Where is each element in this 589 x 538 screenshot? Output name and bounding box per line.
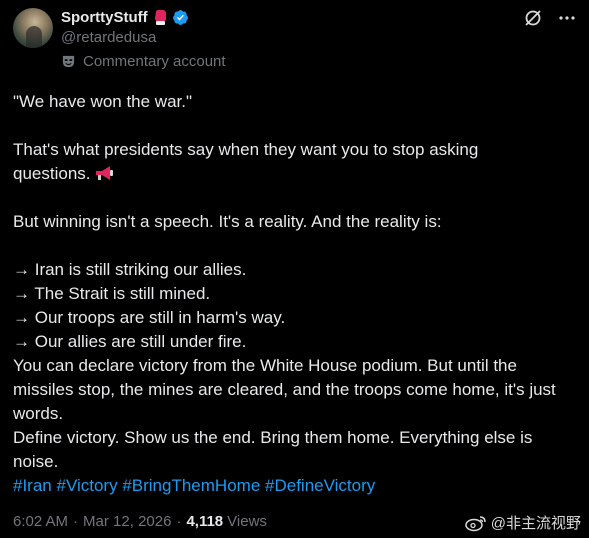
views-count: 4,118 [186, 513, 224, 530]
verified-badge-icon [172, 9, 189, 26]
bullet-line: → Iran is still striking our allies. [13, 260, 247, 279]
commentary-label: Commentary account [61, 53, 226, 70]
hashtags: #Iran #Victory #BringThemHome #DefineVic… [13, 474, 579, 498]
views-label: Views [227, 513, 267, 530]
hashtag-link[interactable]: #Iran [13, 476, 52, 495]
text-line: You can declare victory from the White H… [13, 356, 517, 375]
post-text: "We have won the war." That's what presi… [13, 90, 579, 498]
grok-icon[interactable] [523, 8, 543, 28]
text-line: noise. [13, 452, 59, 471]
display-name[interactable]: SporttyStuff [61, 9, 148, 26]
mask-icon [61, 54, 76, 69]
hashtag-link[interactable]: #DefineVictory [265, 476, 375, 495]
text-line: words. [13, 404, 64, 423]
watermark-text: @非主流视野 [490, 515, 581, 532]
separator: · [176, 513, 182, 530]
hashtag-link[interactable]: #Victory [56, 476, 117, 495]
handle[interactable]: @retardedusa [61, 29, 156, 46]
post-meta: 6:02 AM · Mar 12, 2026 · 4,118 Views [13, 513, 267, 530]
megaphone-icon [94, 164, 114, 180]
separator: · [73, 513, 79, 530]
text-line: That's what presidents say when they wan… [13, 140, 479, 159]
text-line: questions. [13, 162, 579, 186]
header-actions [523, 8, 577, 28]
text-line: Define victory. Show us the end. Bring t… [13, 428, 533, 447]
quote-line: "We have won the war." [13, 92, 193, 111]
bullet-line: → The Strait is still mined. [13, 284, 211, 303]
post-header: SporttyStuff @retardedusa Commentary acc… [13, 8, 577, 72]
text-line: missiles stop, the mines are cleared, an… [13, 380, 556, 399]
text-line: But winning isn't a speech. It's a reali… [13, 212, 442, 231]
weibo-icon [465, 514, 487, 532]
commentary-text: Commentary account [83, 53, 226, 70]
more-icon[interactable] [557, 8, 577, 28]
bullet-line: → Our troops are still in harm's way. [13, 308, 286, 327]
bullet-line: → Our allies are still under fire. [13, 332, 247, 351]
name-row: SporttyStuff [61, 9, 189, 26]
post-date[interactable]: Mar 12, 2026 [83, 513, 171, 530]
avatar[interactable] [13, 8, 53, 48]
boxing-glove-icon [153, 9, 167, 26]
watermark: @非主流视野 [465, 512, 581, 533]
hashtag-link[interactable]: #BringThemHome [122, 476, 260, 495]
post-time[interactable]: 6:02 AM [13, 513, 68, 530]
